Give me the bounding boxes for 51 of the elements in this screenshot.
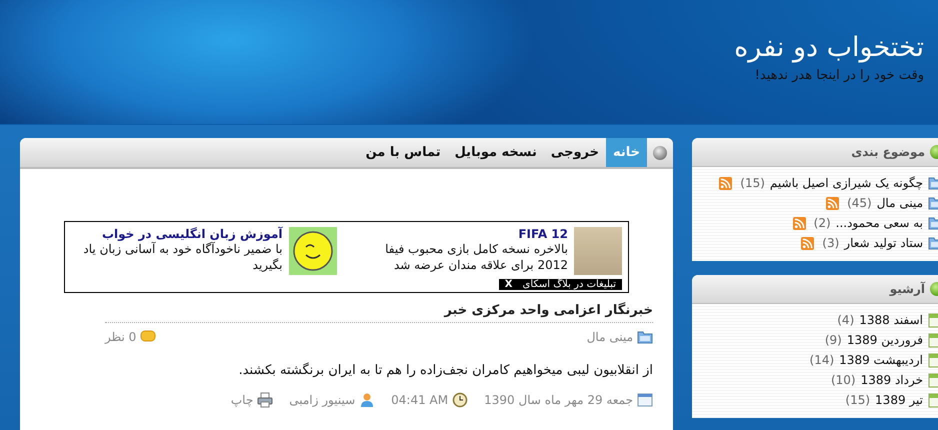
- post-count: (2): [814, 215, 831, 232]
- menu-tab[interactable]: تماس با من: [358, 138, 448, 167]
- panel-title: آرشیو: [890, 282, 925, 296]
- ad-label: تبلیغات در بلاگ اسکای: [522, 279, 616, 290]
- sidebar-link[interactable]: خرداد 1389: [860, 370, 923, 390]
- post-time: 04:41 AM: [391, 393, 448, 407]
- post-count: (10): [830, 372, 856, 389]
- clock-icon: [452, 392, 468, 408]
- print-link[interactable]: چاپ: [230, 393, 254, 407]
- ad-title-link[interactable]: FIFA 12: [356, 227, 568, 241]
- post-count: (15): [845, 392, 870, 409]
- post-count: (15): [740, 175, 765, 192]
- game-cover-placeholder[interactable]: [574, 227, 622, 275]
- rss-icon[interactable]: [801, 236, 814, 250]
- post-count: (9): [824, 332, 842, 349]
- rss-icon[interactable]: [719, 176, 732, 190]
- post-body: از انقلابیون لیبی میخواهیم کامران نجف‌زاده را هم تا به ایران برنگشته بکشند.: [238, 363, 653, 378]
- menu-tab[interactable]: خروجی: [544, 138, 606, 167]
- post-date: جمعه 29 مهر ماه سال 1390: [484, 393, 633, 407]
- calendar-icon: [637, 392, 653, 408]
- sidebar-link[interactable]: مینی مال: [876, 193, 923, 213]
- site-title[interactable]: تختخواب دو نفره: [0, 30, 924, 66]
- sidebar-link[interactable]: تیر 1389: [875, 390, 923, 410]
- panel-title: موضوع بندی: [851, 145, 925, 159]
- printer-icon: [257, 392, 274, 408]
- ad-description: با ضمیر ناخودآگاه خود به آسانی زبان یاد بگیرید: [82, 241, 282, 273]
- ad-title-link[interactable]: آموزش زبان انگلیسی در خواب: [71, 227, 282, 241]
- close-icon[interactable]: X: [504, 279, 512, 290]
- sidebar-link[interactable]: چگونه یک شیرازی اصیل باشیم: [770, 173, 923, 193]
- rss-icon[interactable]: [826, 196, 840, 210]
- folder-icon: [637, 329, 653, 345]
- person-icon: [359, 392, 376, 408]
- menu-tab[interactable]: نسخه موبایل: [448, 138, 544, 167]
- post-count: (3): [822, 235, 840, 252]
- smiley-icon[interactable]: [288, 227, 336, 275]
- sidebar-link[interactable]: فروردین 1389: [846, 330, 923, 350]
- post-count: (45): [847, 195, 872, 212]
- post-title[interactable]: خبرنگار اعزامی واحد مرکزی خبر: [105, 303, 653, 323]
- site-tagline: وقت خود را در اینجا هدر ندهید!: [754, 68, 924, 83]
- sidebar-link[interactable]: به سعی محمود...: [836, 213, 923, 233]
- bullet-icon: [653, 146, 667, 160]
- ad-description: بالاخره نسخه کامل بازی محبوب فیفا 2012 برای علاقه مندان عرضه شد: [384, 241, 568, 273]
- sidebar-link[interactable]: ستاد تولید شعار: [844, 233, 923, 253]
- post-category[interactable]: مینی مال: [586, 330, 633, 344]
- post-author[interactable]: سینیور زامبی: [289, 393, 356, 407]
- post-count: (14): [810, 352, 834, 369]
- post-count: (4): [837, 312, 854, 329]
- sidebar-link[interactable]: اسفند 1388: [859, 310, 923, 330]
- comment-count[interactable]: 0 نظر: [105, 330, 136, 344]
- rss-icon[interactable]: [792, 216, 806, 230]
- sidebar-link[interactable]: اردیبهشت 1389: [839, 350, 923, 370]
